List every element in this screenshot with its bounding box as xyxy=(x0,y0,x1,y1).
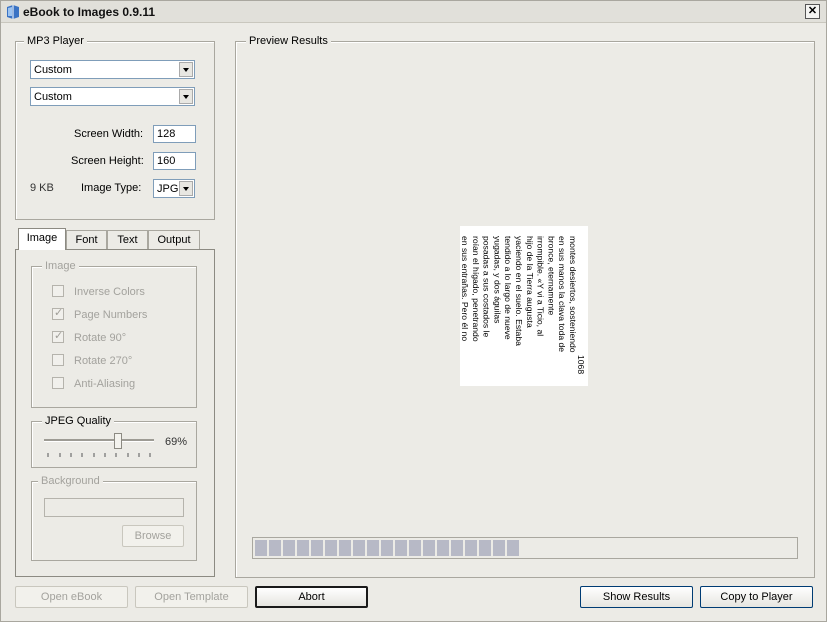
open-ebook-button[interactable]: Open eBook xyxy=(15,586,128,608)
player-select-value: Custom xyxy=(34,64,72,76)
background-legend: Background xyxy=(38,475,103,487)
screen-width-input[interactable]: 128 xyxy=(153,125,196,143)
browse-button[interactable]: Browse xyxy=(122,525,184,547)
progress-block xyxy=(395,540,407,556)
progress-fill xyxy=(255,540,519,556)
image-type-label: Image Type: xyxy=(81,182,142,194)
mp3-player-legend: MP3 Player xyxy=(24,35,87,47)
window-title: eBook to Images 0.9.11 xyxy=(23,5,156,19)
page-number: 1068 xyxy=(576,355,586,374)
progress-block xyxy=(283,540,295,556)
image-options-legend: Image xyxy=(42,260,79,272)
rotate-270-checkbox[interactable] xyxy=(52,354,64,366)
preview-results-legend: Preview Results xyxy=(246,35,331,47)
chevron-down-icon[interactable] xyxy=(179,181,193,196)
rotate-90-checkbox[interactable] xyxy=(52,329,64,343)
page-numbers-checkbox[interactable] xyxy=(52,306,64,320)
progress-block xyxy=(409,540,421,556)
rotate-270-label: Rotate 270° xyxy=(74,355,133,367)
progress-block xyxy=(423,540,435,556)
progress-block xyxy=(353,540,365,556)
progress-block xyxy=(311,540,323,556)
progress-block xyxy=(269,540,281,556)
jpeg-quality-slider[interactable] xyxy=(44,431,154,459)
progress-block xyxy=(451,540,463,556)
progress-block xyxy=(465,540,477,556)
close-icon[interactable]: ✕ xyxy=(805,4,820,19)
page-text-line: tendido a lo largo de nueve xyxy=(503,236,513,340)
conversion-progress-bar xyxy=(252,537,798,559)
show-results-button[interactable]: Show Results xyxy=(580,586,693,608)
background-group: Background xyxy=(31,475,197,561)
inverse-colors-label: Inverse Colors xyxy=(74,286,145,298)
player-select[interactable]: Custom xyxy=(30,60,195,79)
page-text-line: hijo de la Tierra augusta xyxy=(525,236,535,328)
rotate-90-label: Rotate 90° xyxy=(74,332,127,344)
progress-block xyxy=(507,540,519,556)
slider-track xyxy=(44,439,154,442)
copy-to-player-button[interactable]: Copy to Player xyxy=(700,586,813,608)
jpeg-quality-legend: JPEG Quality xyxy=(42,415,115,427)
progress-block xyxy=(493,540,505,556)
abort-button[interactable]: Abort xyxy=(255,586,368,608)
tab-font[interactable]: Font xyxy=(66,230,107,249)
book-icon xyxy=(7,5,19,19)
page-text-line: posadas a sus costados le xyxy=(482,236,492,337)
open-template-button[interactable]: Open Template xyxy=(135,586,248,608)
page-text-line: montes desiertos, sosteniendo xyxy=(568,236,578,353)
page-text-line: yaciendo en el suelo. Estaba xyxy=(514,236,524,346)
chevron-down-icon[interactable] xyxy=(179,62,193,77)
screen-width-label: Screen Width: xyxy=(74,128,144,140)
screen-width-value: 128 xyxy=(157,128,176,140)
model-select-value: Custom xyxy=(34,91,72,103)
page-text-line: en sus manos la clava toda de xyxy=(557,236,567,352)
progress-block xyxy=(325,540,337,556)
progress-block xyxy=(255,540,267,556)
progress-block xyxy=(367,540,379,556)
preview-page-svg: montes desiertos, sosteniendoen sus mano… xyxy=(460,236,586,374)
file-size-label: 9 KB xyxy=(30,182,54,194)
anti-aliasing-label: Anti-Aliasing xyxy=(74,378,136,390)
screen-height-label: Screen Height: xyxy=(71,155,144,167)
progress-block xyxy=(479,540,491,556)
page-text-line: yugadas, y dos águilas xyxy=(492,236,502,323)
jpeg-quality-value: 69% xyxy=(165,436,188,448)
progress-block xyxy=(381,540,393,556)
app-window: eBook to Images 0.9.11 ✕ MP3 Player Cust… xyxy=(0,0,827,622)
page-text-line: en sus entrañas. Pero él no xyxy=(460,236,470,341)
model-select[interactable]: Custom xyxy=(30,87,195,106)
preview-page-image: montes desiertos, sosteniendo en sus mano… xyxy=(460,226,588,386)
inverse-colors-checkbox[interactable] xyxy=(52,285,64,297)
tab-output[interactable]: Output xyxy=(148,230,200,249)
page-numbers-label: Page Numbers xyxy=(74,309,148,321)
tab-image[interactable]: Image xyxy=(18,228,66,250)
image-type-select[interactable]: JPG xyxy=(153,179,195,198)
page-text-line: bronce, eternamente xyxy=(546,236,556,316)
anti-aliasing-checkbox[interactable] xyxy=(52,377,64,389)
title-bar: eBook to Images 0.9.11 ✕ xyxy=(1,1,826,23)
screen-height-input[interactable]: 160 xyxy=(153,152,196,170)
progress-block xyxy=(437,540,449,556)
slider-ticks xyxy=(47,453,151,457)
slider-thumb[interactable] xyxy=(114,433,123,449)
chevron-down-icon[interactable] xyxy=(179,89,193,104)
image-type-value: JPG xyxy=(157,183,179,195)
page-text-line: irrompible. «Y vi a Ticio, al xyxy=(536,236,546,336)
background-path-field[interactable] xyxy=(44,498,184,517)
progress-block xyxy=(297,540,309,556)
tab-text[interactable]: Text xyxy=(107,230,148,249)
page-text-line: roían el hígado, penetrando xyxy=(471,236,481,342)
progress-block xyxy=(339,540,351,556)
screen-height-value: 160 xyxy=(157,155,176,167)
